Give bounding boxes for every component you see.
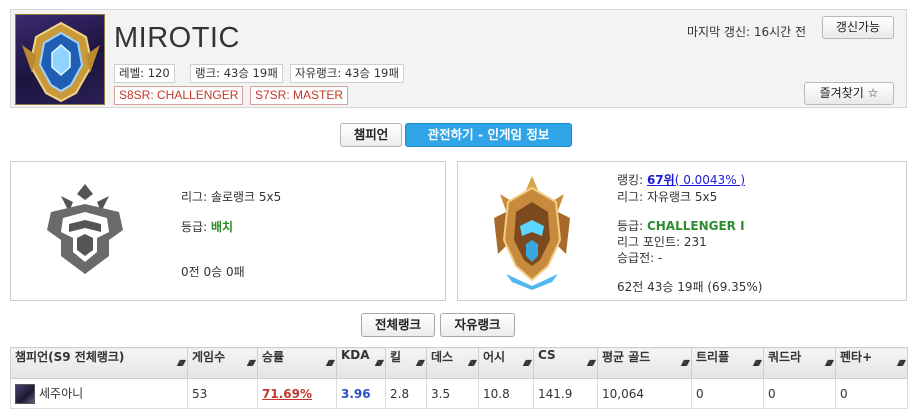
level-tag: 레벨: 120 bbox=[114, 64, 175, 83]
column-header-triple[interactable]: 트리플 ▲▼ bbox=[691, 347, 764, 379]
profile-icon bbox=[15, 14, 105, 105]
flex-record-text: 62전 43승 19패 (69.35%) bbox=[617, 280, 763, 294]
solo-rank-panel: 리그: 솔로랭크 5x5 등급: 배치 0전 0승 0패 bbox=[10, 161, 446, 301]
column-header-win-rate[interactable]: 승률 ▲▼ bbox=[257, 347, 337, 379]
flex-tier-label: 등급: bbox=[617, 219, 644, 233]
cell-kills: 2.8 bbox=[385, 378, 427, 409]
table-header-row: 챔피언(S9 전체랭크) ▲▼ 게임수 ▲▼ 승률 ▲▼ KDA ▲▼ 킬 ▲▼ 데스 ▲▼… bbox=[10, 347, 908, 379]
cell-penta: 0 bbox=[835, 378, 908, 409]
sort-arrows-icon: ▲▼ bbox=[586, 358, 596, 367]
past-rank-badge-s8: S8SR: CHALLENGER bbox=[114, 86, 244, 105]
sort-arrows-icon: ▲▼ bbox=[522, 358, 532, 367]
solo-league-text: 리그: 솔로랭크 5x5 bbox=[181, 190, 282, 204]
cell-win-rate: 71.69% bbox=[257, 378, 337, 409]
flex-tier-value: CHALLENGER I bbox=[646, 219, 745, 233]
column-header-avg-gold[interactable]: 평균 골드 ▲▼ bbox=[597, 347, 692, 379]
sort-arrows-icon: ▲▼ bbox=[246, 358, 256, 367]
refresh-button[interactable]: 갱신가능 bbox=[822, 16, 894, 39]
champion-stats-table: 챔피언(S9 전체랭크) ▲▼ 게임수 ▲▼ 승률 ▲▼ KDA ▲▼ 킬 ▲▼ 데스 ▲▼… bbox=[10, 347, 908, 409]
favorite-button[interactable]: 즐겨찾기 ☆ bbox=[804, 82, 894, 105]
sort-arrows-icon: ▲▼ bbox=[374, 358, 384, 367]
cell-assists: 10.8 bbox=[478, 378, 534, 409]
column-header-cs[interactable]: CS ▲▼ bbox=[533, 347, 598, 379]
gold-emblem-icon bbox=[22, 21, 100, 103]
flex-ranking-line: 랭킹: 67위( 0.0043% ) bbox=[617, 171, 745, 188]
cell-quadra: 0 bbox=[763, 378, 836, 409]
column-header-kda[interactable]: KDA ▲▼ bbox=[336, 347, 386, 379]
sort-arrows-icon: ▲▼ bbox=[680, 358, 690, 367]
solo-rank-record-tag: 랭크: 43승 19패 bbox=[190, 64, 283, 83]
sort-arrows-icon: ▲▼ bbox=[325, 358, 335, 367]
flex-tier-line: 등급: CHALLENGER I bbox=[617, 217, 745, 234]
column-header-kills[interactable]: 킬 ▲▼ bbox=[385, 347, 427, 379]
column-header-assists[interactable]: 어시 ▲▼ bbox=[478, 347, 534, 379]
champion-portrait-icon bbox=[15, 383, 35, 404]
solo-tier-line: 등급: 배치 bbox=[181, 218, 233, 235]
tab-champion[interactable]: 챔피언 bbox=[340, 123, 402, 147]
sort-arrows-icon: ▲▼ bbox=[415, 358, 425, 367]
flex-ranking-percent-link[interactable]: ( 0.0043% ) bbox=[675, 173, 745, 187]
column-header-quadra[interactable]: 쿼드라 ▲▼ bbox=[763, 347, 836, 379]
profile-header: MIROTIC 레벨: 120 랭크: 43승 19패 자유랭크: 43승 19… bbox=[10, 9, 907, 108]
challenger-emblem-icon bbox=[494, 176, 570, 290]
sort-arrows-icon: ▲▼ bbox=[176, 358, 186, 367]
solo-tier-label: 등급: bbox=[181, 220, 208, 234]
cell-deaths: 3.5 bbox=[426, 378, 479, 409]
cell-triple: 0 bbox=[691, 378, 764, 409]
solo-record-text: 0전 0승 0패 bbox=[181, 265, 245, 279]
sort-arrows-icon: ▲▼ bbox=[896, 358, 906, 367]
summoner-name: MIROTIC bbox=[114, 22, 240, 54]
flex-ranking-label: 랭킹: bbox=[617, 173, 644, 187]
cell-kda: 3.96 bbox=[336, 378, 386, 409]
cell-cs: 141.9 bbox=[533, 378, 598, 409]
all-rank-button[interactable]: 전체랭크 bbox=[361, 313, 435, 337]
sort-arrows-icon: ▲▼ bbox=[467, 358, 477, 367]
sort-arrows-icon: ▲▼ bbox=[824, 358, 834, 367]
cell-avg-gold: 10,064 bbox=[597, 378, 692, 409]
flex-promotion-text: 승급전: - bbox=[617, 251, 663, 265]
unranked-emblem-icon bbox=[47, 184, 123, 274]
last-updated-text: 마지막 갱신: 16시간 전 bbox=[687, 25, 807, 39]
flex-ranking-link[interactable]: 67위 bbox=[647, 173, 675, 187]
column-header-games[interactable]: 게임수 ▲▼ bbox=[187, 347, 258, 379]
tab-spectate[interactable]: 관전하기 - 인게임 정보 bbox=[405, 123, 572, 147]
cell-games: 53 bbox=[187, 378, 258, 409]
flex-rank-button[interactable]: 자유랭크 bbox=[440, 313, 515, 337]
sort-arrows-icon: ▲▼ bbox=[752, 358, 762, 367]
cell-champion: 세주아니 bbox=[10, 378, 188, 409]
past-rank-badge-s7: S7SR: MASTER bbox=[250, 86, 349, 105]
flex-league-text: 리그: 자유랭크 5x5 bbox=[617, 190, 718, 204]
column-header-penta[interactable]: 펜타+ ▲▼ bbox=[835, 347, 908, 379]
table-row[interactable]: 세주아니 53 71.69% 3.96 2.8 3.5 10.8 141.9 1… bbox=[10, 378, 908, 409]
solo-tier-value: 배치 bbox=[210, 220, 234, 234]
flex-rank-record-tag: 자유랭크: 43승 19패 bbox=[290, 64, 404, 83]
flex-league-points-text: 리그 포인트: 231 bbox=[617, 235, 707, 249]
flex-rank-panel: 랭킹: 67위( 0.0043% ) 리그: 자유랭크 5x5 등급: CHAL… bbox=[457, 161, 907, 301]
column-header-champion[interactable]: 챔피언(S9 전체랭크) ▲▼ bbox=[10, 347, 188, 379]
column-header-deaths[interactable]: 데스 ▲▼ bbox=[426, 347, 479, 379]
